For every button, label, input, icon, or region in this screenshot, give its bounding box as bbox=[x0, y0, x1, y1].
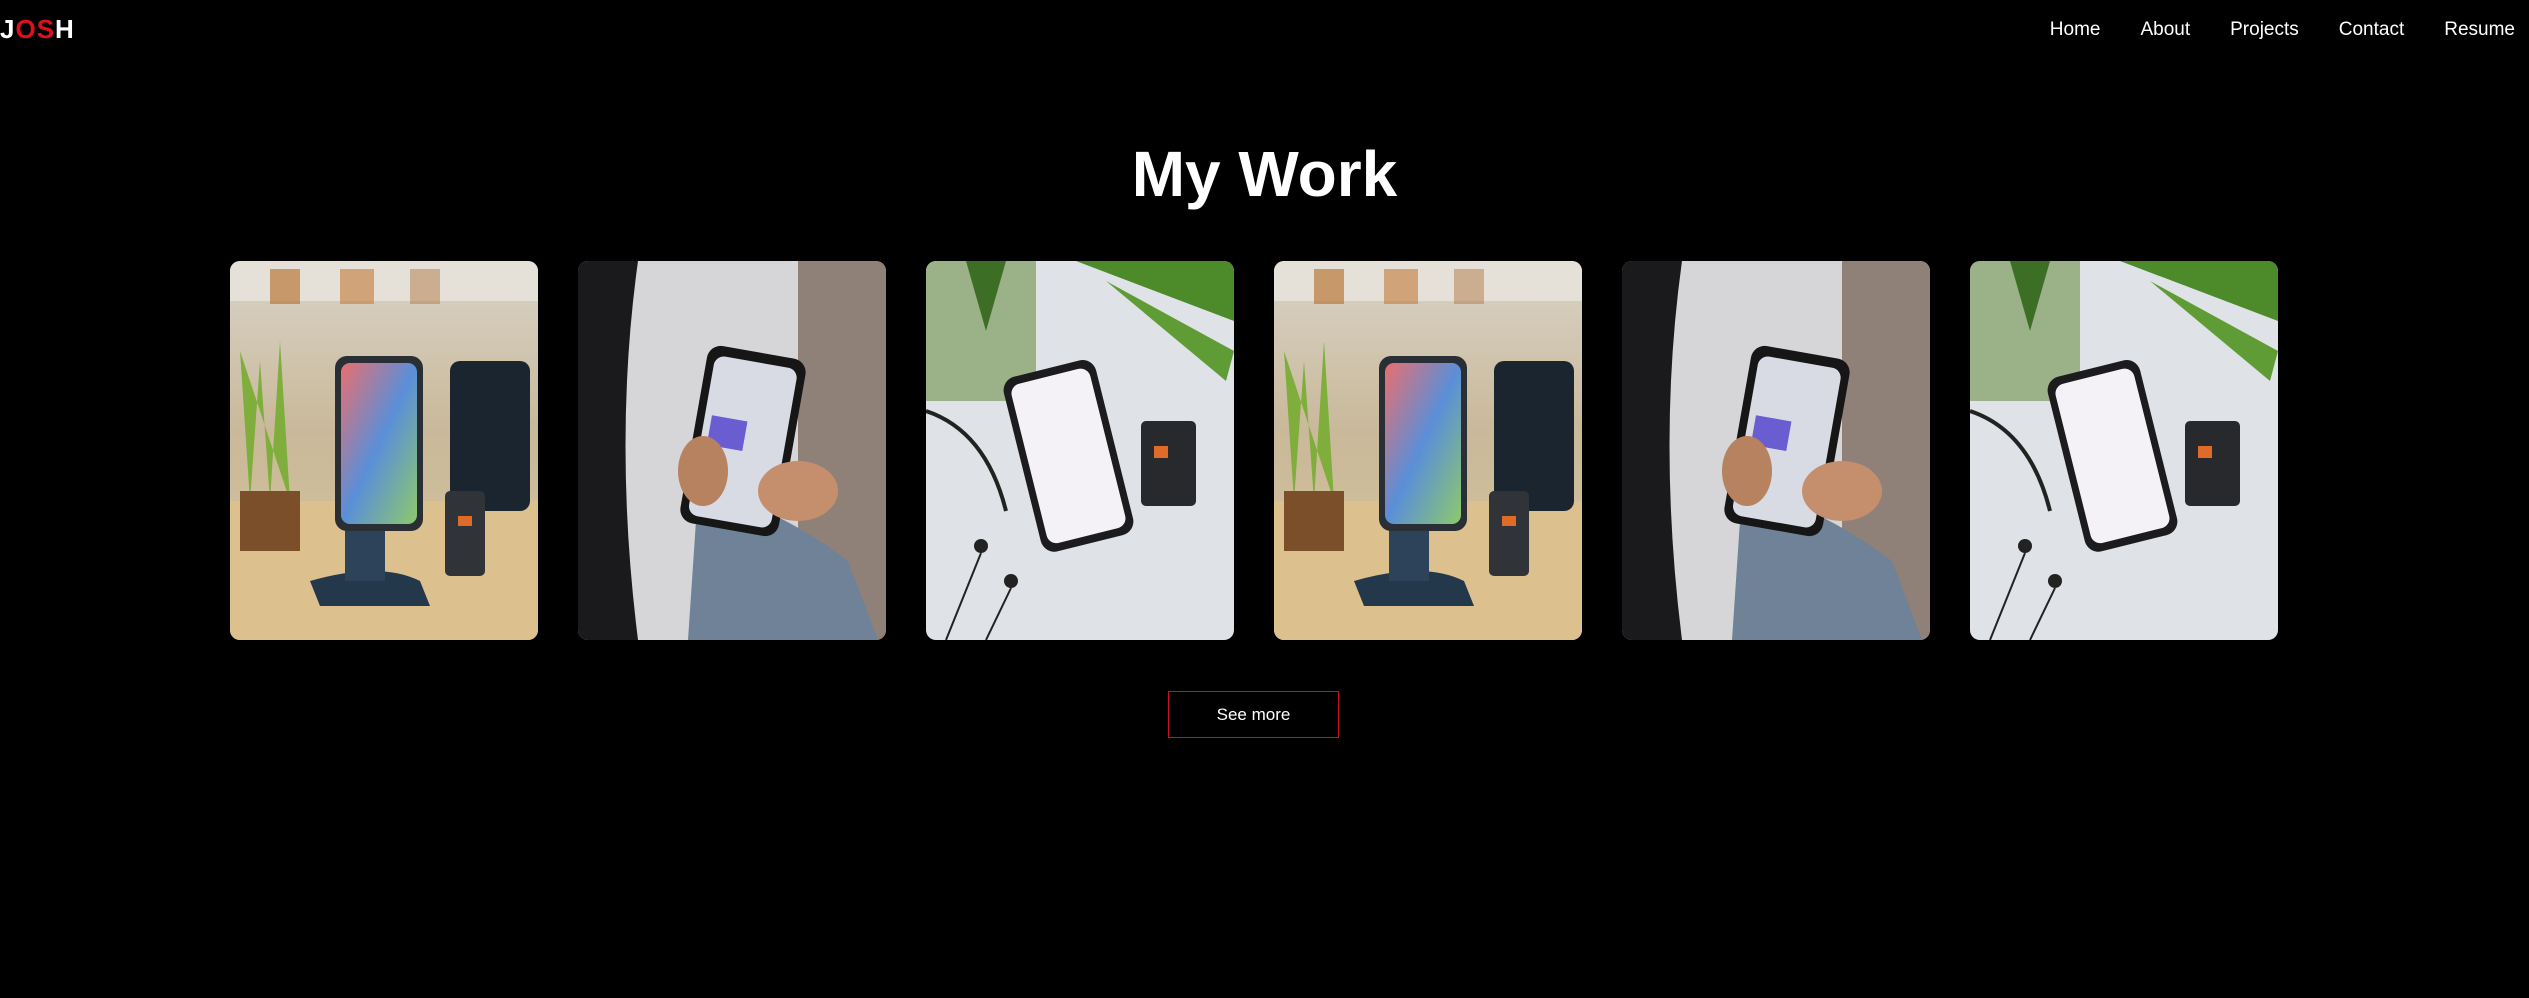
portfolio-page: JOSH Home About Projects Contact Resume … bbox=[0, 0, 2529, 998]
see-more-button[interactable]: See more bbox=[1168, 691, 1339, 738]
nav-link-projects[interactable]: Projects bbox=[2230, 17, 2299, 43]
project-card[interactable] bbox=[1970, 261, 2278, 640]
site-header: JOSH Home About Projects Contact Resume bbox=[0, 0, 2529, 60]
hand-holding-phone-photo bbox=[1622, 261, 1930, 640]
hand-holding-phone-photo bbox=[578, 261, 886, 640]
logo-letters-accent: OS bbox=[15, 14, 56, 44]
project-card[interactable] bbox=[1622, 261, 1930, 640]
nav-link-resume[interactable]: Resume bbox=[2444, 17, 2515, 43]
site-logo[interactable]: JOSH bbox=[0, 14, 75, 44]
project-gallery bbox=[230, 261, 2278, 640]
project-card[interactable] bbox=[926, 261, 1234, 640]
nav-link-about[interactable]: About bbox=[2140, 17, 2190, 43]
logo-letter-h: H bbox=[55, 14, 75, 44]
phone-on-table-photo bbox=[1970, 261, 2278, 640]
phone-on-stand-photo bbox=[1274, 261, 1582, 640]
phone-on-stand-photo bbox=[230, 261, 538, 640]
project-card[interactable] bbox=[1274, 261, 1582, 640]
nav-link-home[interactable]: Home bbox=[2050, 17, 2101, 43]
section-title: My Work bbox=[1131, 138, 1398, 210]
logo-letter-j: J bbox=[0, 14, 16, 44]
project-card[interactable] bbox=[578, 261, 886, 640]
phone-on-table-photo bbox=[926, 261, 1234, 640]
project-card[interactable] bbox=[230, 261, 538, 640]
nav-link-contact[interactable]: Contact bbox=[2339, 17, 2404, 43]
main-nav: Home About Projects Contact Resume bbox=[2010, 17, 2515, 43]
